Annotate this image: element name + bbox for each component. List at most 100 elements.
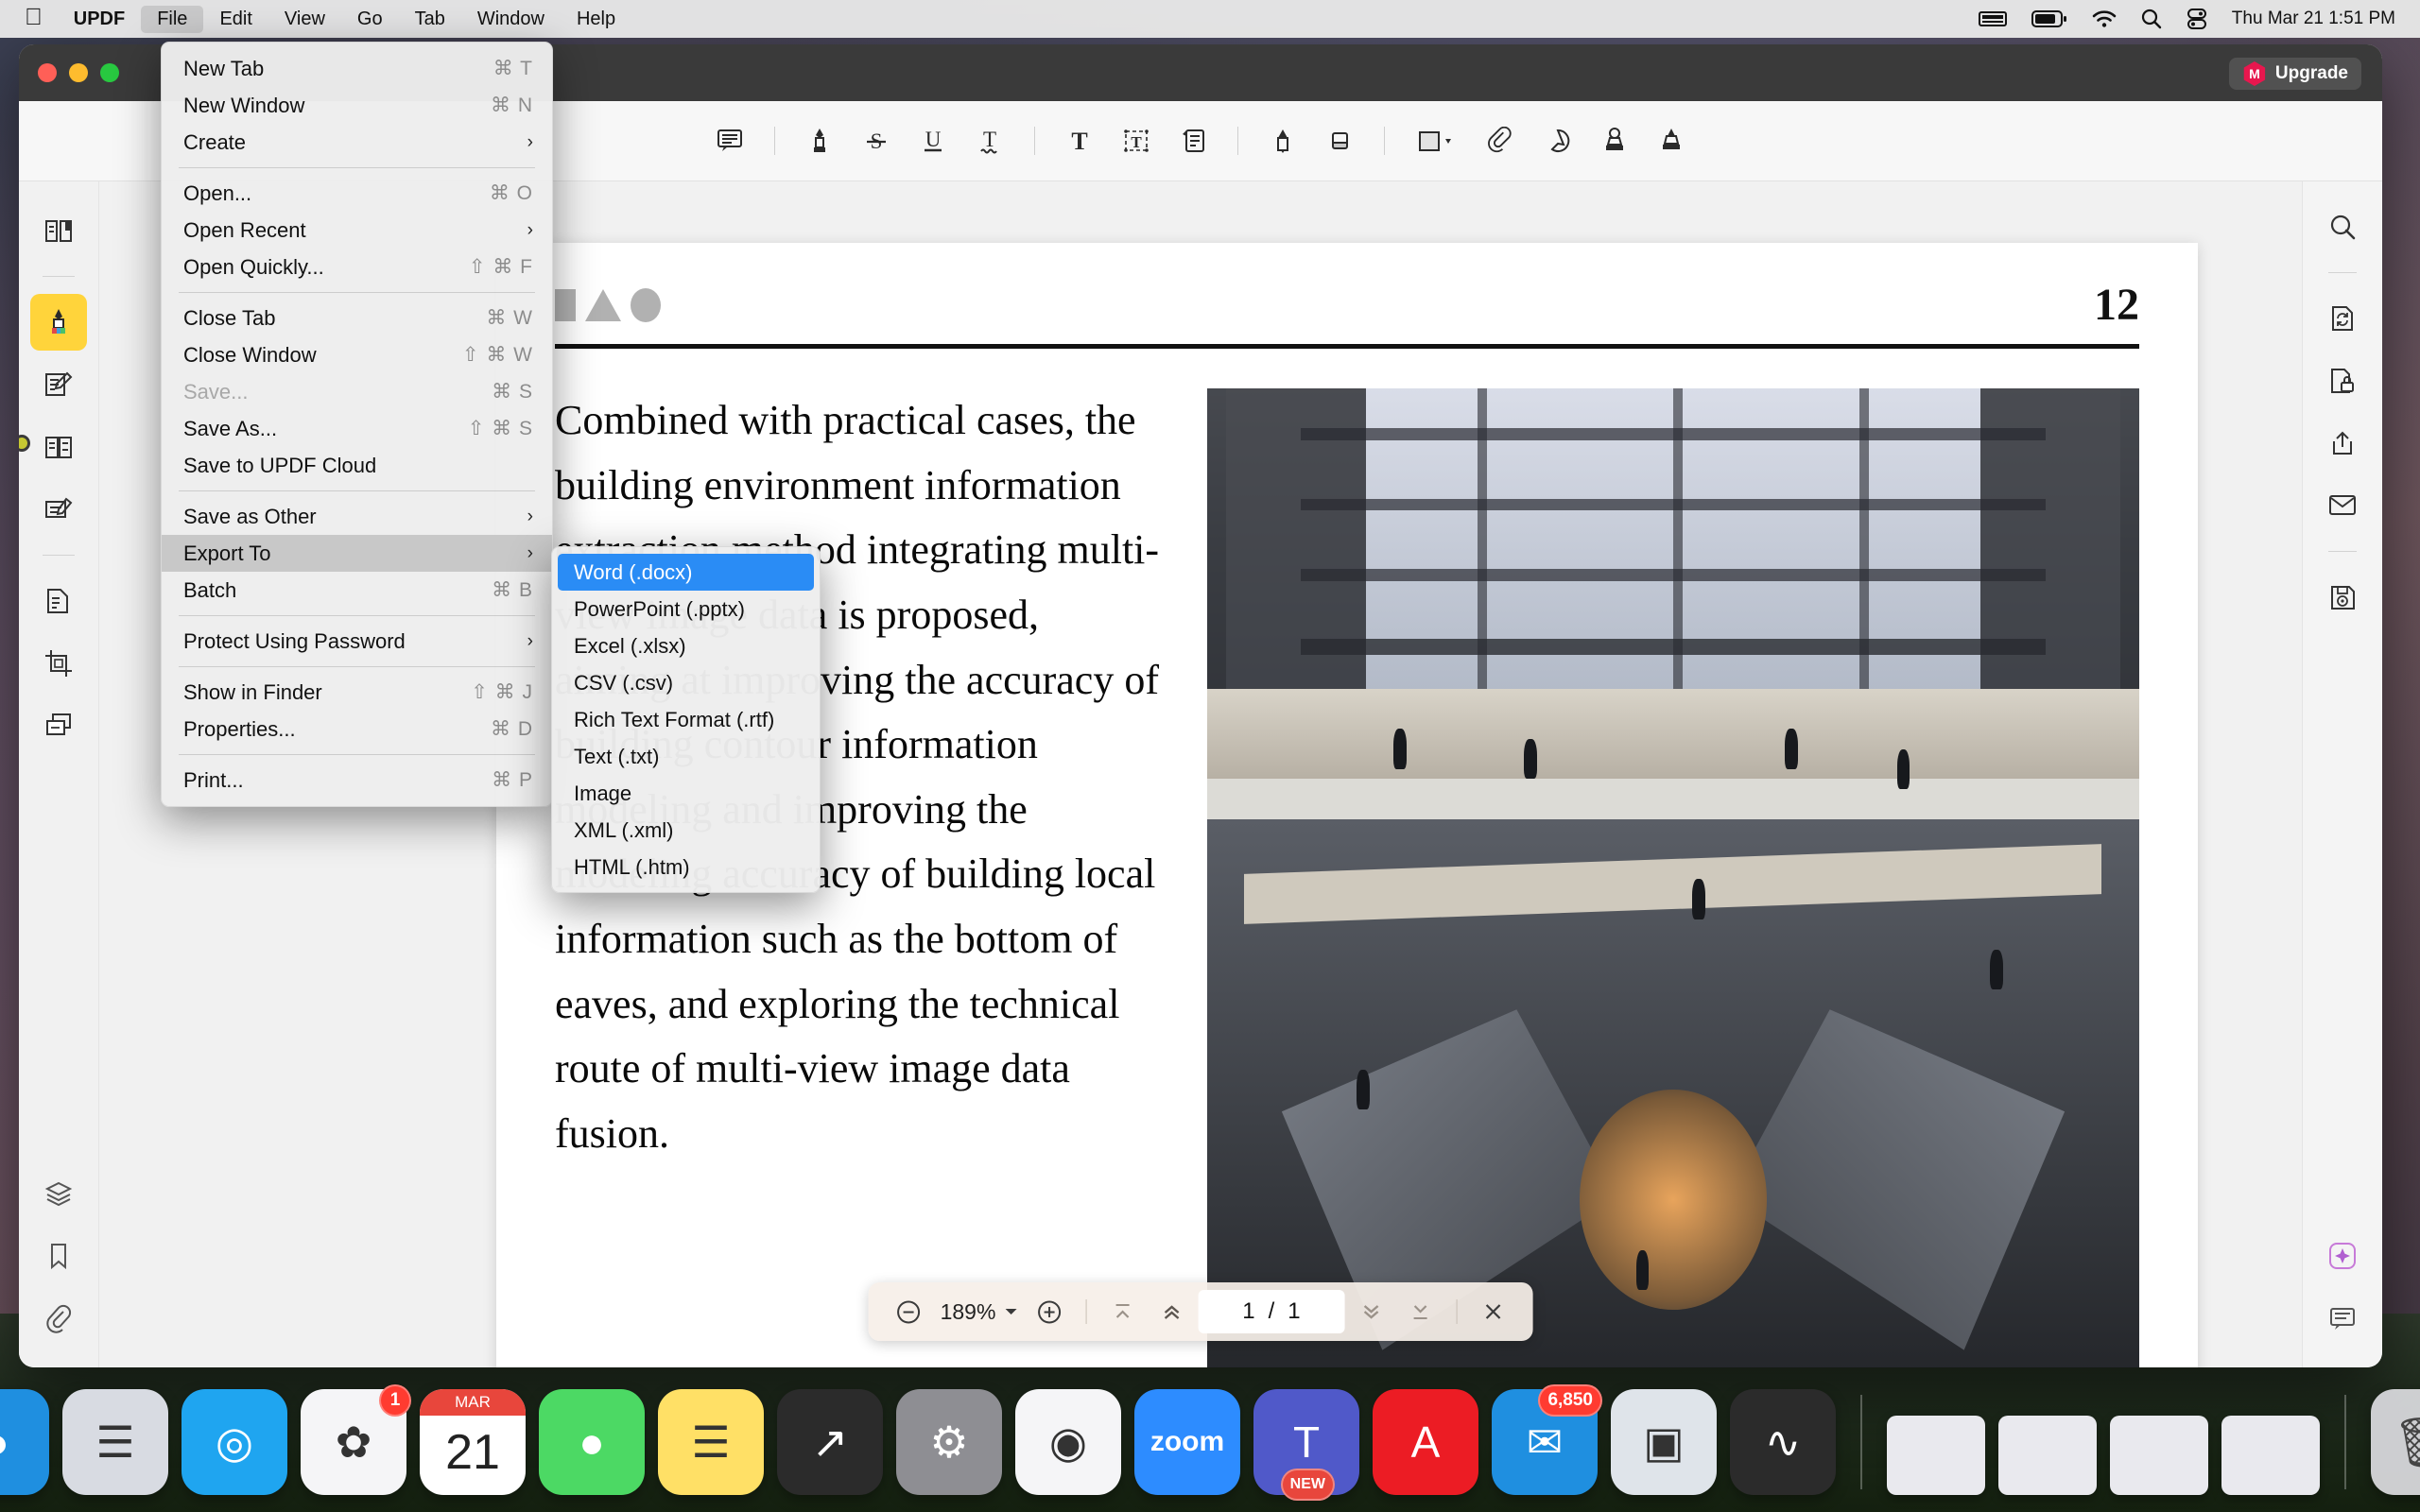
sidebar-item-layers[interactable] [30,1165,87,1222]
last-page-button[interactable] [1397,1290,1443,1333]
next-page-button[interactable] [1348,1290,1393,1333]
convert-icon[interactable] [2314,290,2371,347]
sidebar-item-convert[interactable] [30,573,87,629]
export-menu-item-text-txt[interactable]: Text (.txt) [552,738,820,775]
text-icon[interactable]: T [1051,114,1108,167]
dock-launchpad[interactable]: ☰ [62,1389,168,1495]
export-to-submenu[interactable]: Word (.docx) PowerPoint (.pptx) Excel (.xl… [551,546,821,893]
close-navigation-button[interactable] [1470,1290,1515,1333]
text-box-icon[interactable]: T [1108,114,1165,167]
underline-icon[interactable]: U [905,114,961,167]
dock-minimized-window-3[interactable] [2110,1416,2208,1495]
floppy-save-icon[interactable] [2314,569,2371,626]
comment-icon[interactable] [701,114,758,167]
dock-safari[interactable]: ◎ [182,1389,287,1495]
shape-icon[interactable] [1401,114,1473,167]
file-menu-item-create[interactable]: Create › [162,124,552,161]
protect-lock-icon[interactable] [2314,352,2371,409]
menubar-item-view[interactable]: View [268,6,341,33]
file-menu-item-print[interactable]: Print... ⌘ P [162,762,552,799]
sidebar-item-reader[interactable] [30,202,87,259]
pencil-icon[interactable] [1254,114,1311,167]
sidebar-item-crop[interactable] [30,635,87,692]
file-menu-item-close-window[interactable]: Close Window ⇧ ⌘ W [162,336,552,373]
sidebar-item-form[interactable] [30,481,87,538]
dock-calendar[interactable]: MAR 21 [420,1389,526,1495]
dock-preview[interactable]: ▣ [1611,1389,1717,1495]
dock-photos[interactable]: ✿ 1 [301,1384,411,1495]
menubar-item-tab[interactable]: Tab [399,6,461,33]
eraser-icon[interactable] [1311,114,1368,167]
zoom-level-selector[interactable]: 189% [935,1299,1024,1325]
dock-stocks[interactable]: ↗ [777,1389,883,1495]
dock-messages[interactable]: ● [539,1389,645,1495]
previous-page-button[interactable] [1149,1290,1194,1333]
dock-finder[interactable]: ◕ [0,1389,49,1495]
dock-settings[interactable]: ⚙ [896,1389,1002,1495]
sidebar-item-bookmarks[interactable] [30,1228,87,1284]
file-menu-item-properties[interactable]: Properties... ⌘ D [162,711,552,747]
sticker-icon[interactable] [1530,114,1586,167]
sticky-note-icon[interactable] [1165,114,1221,167]
first-page-button[interactable] [1099,1290,1145,1333]
file-menu-item-export-to[interactable]: Export To › [162,535,552,572]
page-number-input[interactable]: 1 / 1 [1198,1290,1345,1333]
export-menu-item-csv-csv[interactable]: CSV (.csv) [552,664,820,701]
spotlight-search-icon[interactable] [2141,9,2162,29]
paperclip-icon[interactable] [1473,114,1530,167]
dock-chrome[interactable]: ◉ [1015,1389,1121,1495]
dock-trash[interactable]: 🗑 [2371,1389,2420,1495]
minimize-window-button[interactable] [69,63,88,82]
sidebar-item-edit-pdf[interactable] [30,356,87,413]
file-menu-item-save-to-updf-cloud[interactable]: Save to UPDF Cloud [162,447,552,484]
dock-zoom[interactable]: zoom [1134,1389,1240,1495]
file-menu-item-save-as[interactable]: Save As... ⇧ ⌘ S [162,410,552,447]
file-menu-item-new-tab[interactable]: New Tab ⌘ T [162,50,552,87]
file-menu-item-open-recent[interactable]: Open Recent › [162,212,552,249]
export-menu-item-image[interactable]: Image [552,775,820,812]
export-menu-item-rich-text-format-rtf[interactable]: Rich Text Format (.rtf) [552,701,820,738]
battery-icon[interactable] [2031,9,2067,28]
maximize-window-button[interactable] [100,63,119,82]
sidebar-item-attachments[interactable] [30,1290,87,1347]
export-menu-item-excel-xlsx[interactable]: Excel (.xlsx) [552,627,820,664]
menubar-clock[interactable]: Thu Mar 21 1:51 PM [2232,9,2395,29]
menubar-item-window[interactable]: Window [461,6,561,33]
squiggly-underline-icon[interactable]: T [961,114,1018,167]
dock-squiggle[interactable]: ∿ [1730,1389,1836,1495]
file-menu-item-save-as-other[interactable]: Save as Other › [162,498,552,535]
menubar-item-help[interactable]: Help [561,6,631,33]
menubar-item-edit[interactable]: Edit [203,6,268,33]
file-menu-item-save[interactable]: Save... ⌘ S [162,373,552,410]
apple-logo-icon[interactable]:  [15,5,58,33]
strikethrough-icon[interactable]: S [848,114,905,167]
menubar-item-updf[interactable]: UPDF [58,6,141,33]
file-menu-dropdown[interactable]: New Tab ⌘ T New Window ⌘ N Create › Open... ⌘ O… [161,42,553,807]
dock-minimized-window-4[interactable] [2221,1416,2320,1495]
menubar-item-file[interactable]: File [141,5,204,33]
dock-notes[interactable]: ☰ [658,1389,764,1495]
envelope-icon[interactable] [2314,477,2371,534]
zoom-out-button[interactable] [886,1290,931,1333]
dock-mail[interactable]: ✉ 6,850 [1492,1384,1602,1495]
export-menu-item-word-docx[interactable]: Word (.docx) [558,554,814,591]
keyboard-icon[interactable] [1978,9,2007,28]
stamp-icon[interactable] [1586,114,1643,167]
file-menu-item-new-window[interactable]: New Window ⌘ N [162,87,552,124]
file-menu-item-open-quickly[interactable]: Open Quickly... ⇧ ⌘ F [162,249,552,285]
export-menu-item-html-htm[interactable]: HTML (.htm) [552,849,820,885]
upgrade-button[interactable]: M Upgrade [2228,58,2361,90]
comment-list-icon[interactable] [2314,1290,2371,1347]
file-menu-item-close-tab[interactable]: Close Tab ⌘ W [162,300,552,336]
share-upload-icon[interactable] [2314,415,2371,472]
export-menu-item-powerpoint-pptx[interactable]: PowerPoint (.pptx) [552,591,820,627]
file-menu-item-open[interactable]: Open... ⌘ O [162,175,552,212]
menubar-item-go[interactable]: Go [341,6,399,33]
file-menu-item-protect-using-password[interactable]: Protect Using Password › [162,623,552,660]
sidebar-item-organize-pages[interactable] [30,419,87,475]
file-menu-item-batch[interactable]: Batch ⌘ B [162,572,552,609]
control-center-icon[interactable] [2187,9,2207,29]
dock-acrobat[interactable]: A [1373,1389,1478,1495]
file-menu-item-show-in-finder[interactable]: Show in Finder ⇧ ⌘ J [162,674,552,711]
search-icon[interactable] [2314,198,2371,255]
